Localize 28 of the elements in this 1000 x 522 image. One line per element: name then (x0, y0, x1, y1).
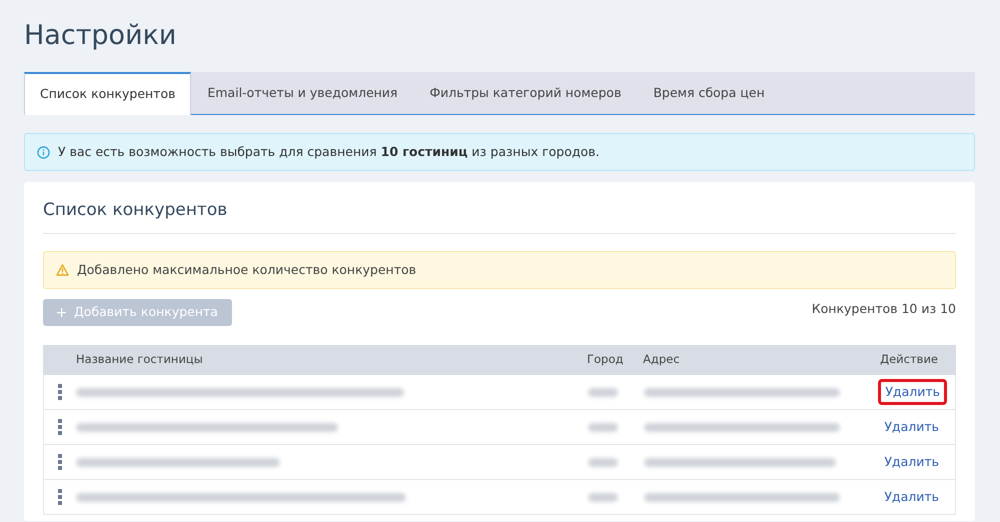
info-message: У вас есть возможность выбрать для сравнения 10 гостиниц из разных городов. (58, 142, 600, 161)
info-icon (37, 146, 50, 158)
blurred-text (588, 458, 618, 466)
tab[interactable]: Список конкурентов (24, 72, 192, 115)
warning-message: Добавлено максимальное количество конкурентов (77, 260, 416, 279)
competitor-counter: Конкурентов 10 из 10 (812, 300, 956, 318)
page-title: Настройки (24, 19, 178, 53)
delete-link[interactable]: Удалить (884, 488, 939, 506)
tab[interactable]: Фильтры категорий номеров (414, 72, 638, 115)
tab[interactable]: Email-отчеты и уведомления (191, 72, 414, 115)
column-header: Действие (879, 351, 939, 368)
blurred-text (588, 422, 618, 432)
column-header: Адрес (643, 351, 681, 368)
delete-link[interactable]: Удалить (884, 452, 939, 472)
tab[interactable]: Время сбора цен (637, 72, 781, 115)
warning-icon (56, 264, 69, 276)
delete-link[interactable]: Удалить (878, 378, 947, 406)
card-title: Список конкурентов (43, 182, 956, 234)
drag-handle-icon[interactable] (58, 454, 62, 470)
plus-icon (57, 308, 66, 317)
blurred-text (588, 492, 618, 502)
blurred-text (588, 388, 618, 396)
drag-handle-icon[interactable] (58, 489, 62, 505)
column-header: Город (587, 351, 624, 368)
delete-link[interactable]: Удалить (884, 418, 939, 436)
column-header: Название гостиницы (75, 351, 204, 368)
drag-handle-icon[interactable] (58, 384, 62, 400)
drag-handle-icon[interactable] (58, 419, 62, 435)
